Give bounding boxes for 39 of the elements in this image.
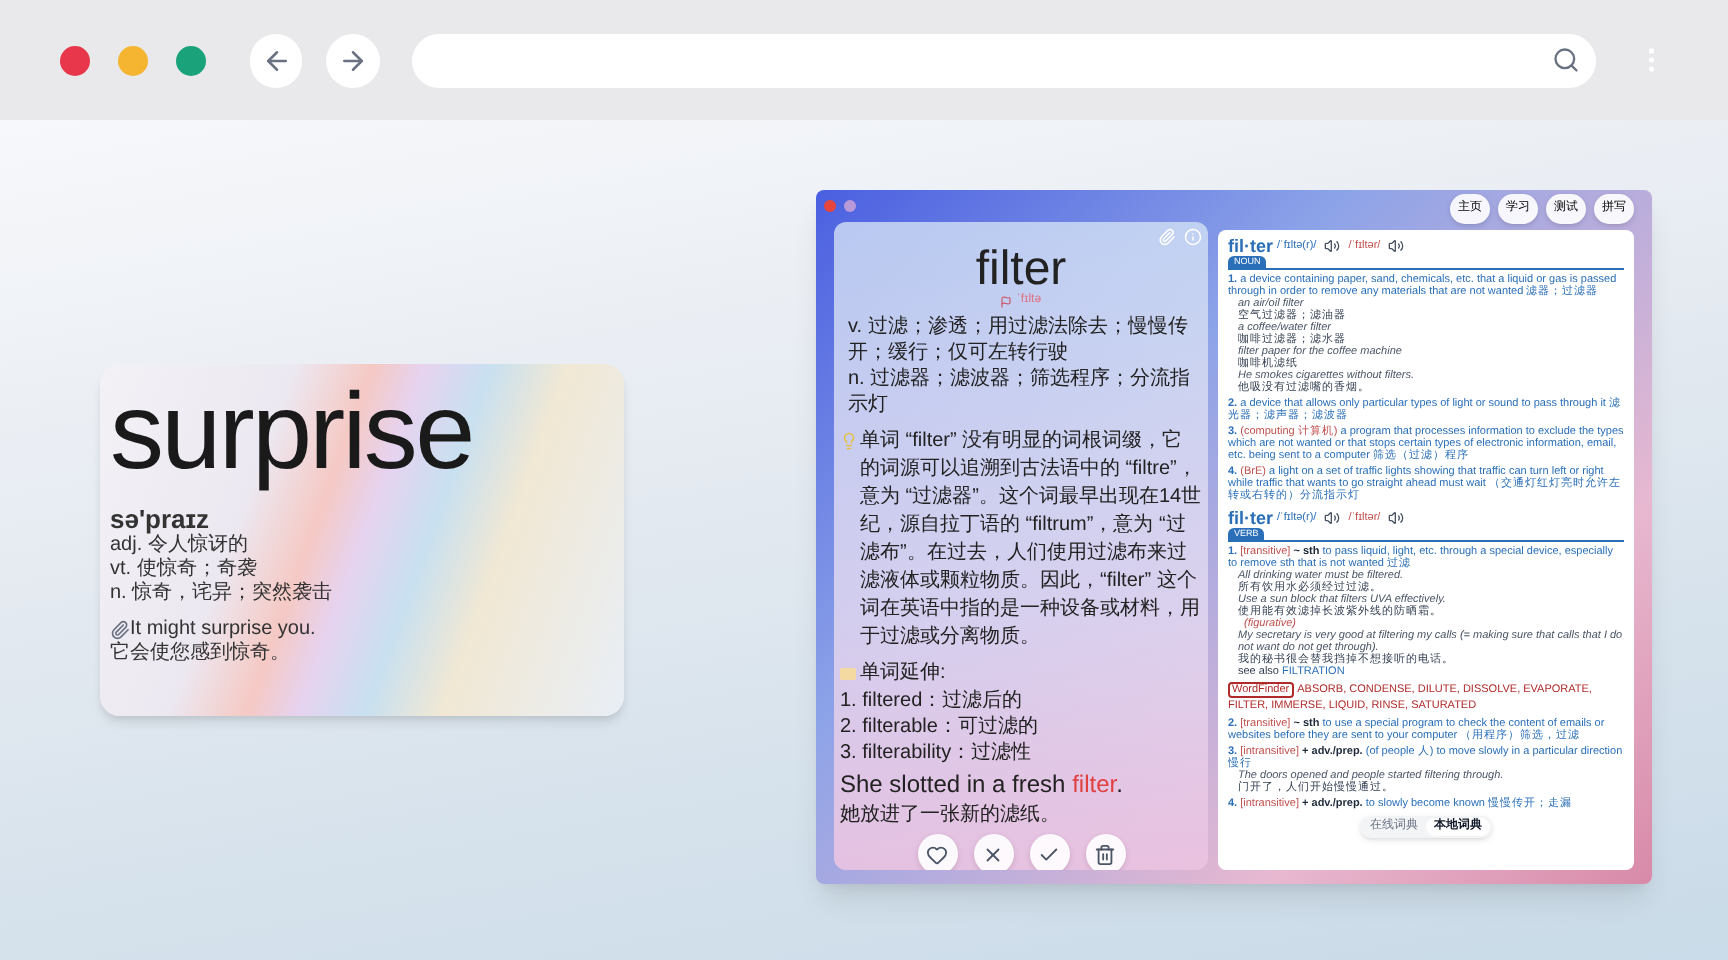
card-word: surprise	[110, 370, 475, 496]
derived-word: 2. filterable：可过滤的	[840, 714, 1040, 740]
paperclip-icon[interactable]	[1158, 228, 1176, 246]
card-example: It might surprise you.	[130, 618, 316, 641]
like-button[interactable]	[917, 834, 957, 870]
definition-text: n. 过滤器；滤波器；筛选程序；分流指示灯	[848, 366, 1193, 418]
folder-icon	[840, 668, 856, 680]
derived-word: 3. filterability：过滤性	[840, 740, 1034, 766]
speaker-icon[interactable]	[1388, 238, 1405, 254]
section-title: 单词延伸:	[860, 660, 946, 688]
check-icon	[1038, 843, 1060, 865]
back-button[interactable]	[250, 33, 303, 87]
etymology-note: 单词 “filter” 没有明显的词根词缀，它的词源可以追溯到古法语中的 “filtre”，意为 “过滤器”。这个词最早出现在14世纪，源自拉丁语的 “filtrum”，意为 “过滤布”。在过去，人们使用过滤布来过滤液体或颗粒物质。因此，“filter” 这个词在英语中指的是一种设备或材料，用于过滤或分离物质。	[860, 428, 1202, 652]
entry-headword: fil·ter	[1228, 508, 1273, 528]
confirm-button[interactable]	[1029, 834, 1069, 870]
forward-button[interactable]	[326, 33, 380, 87]
close-icon	[982, 843, 1004, 865]
card-definition: n. 惊奇，诧异；突然袭击	[110, 582, 335, 606]
dismiss-button[interactable]	[973, 834, 1013, 870]
arrow-right-icon	[337, 45, 368, 75]
trash-icon	[1094, 843, 1116, 865]
example-translation: 她放进了一张新的滤纸。	[840, 802, 1062, 828]
card-phonetic: sə'praɪz	[110, 504, 212, 534]
speaker-icon[interactable]	[1388, 510, 1405, 526]
speaker-icon[interactable]	[1324, 238, 1341, 254]
card-definition: adj. 令人惊讶的	[110, 534, 250, 557]
flag-icon	[1000, 295, 1013, 307]
paperclip-icon	[110, 620, 130, 640]
delete-button[interactable]	[1085, 834, 1125, 870]
card-definition: vt. 使惊奇；奇袭	[110, 558, 259, 581]
lightbulb-icon	[840, 432, 858, 450]
speaker-icon[interactable]	[1324, 510, 1341, 526]
search-icon[interactable]	[1552, 46, 1581, 74]
heart-icon	[926, 843, 948, 865]
derived-word: 1. filtered：过滤后的	[840, 688, 1025, 714]
headword: filter	[973, 246, 1069, 294]
example-sentence: She slotted in a fresh filter.	[840, 770, 1125, 800]
entry-headword: fil·ter	[1228, 236, 1273, 256]
card-example-translation: 它会使您感到惊奇。	[110, 642, 292, 666]
